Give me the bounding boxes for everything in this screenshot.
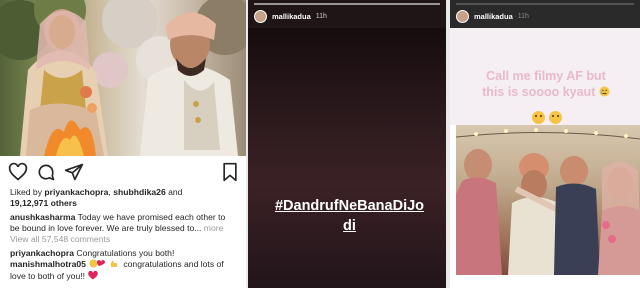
crying-emoji-icon (549, 111, 562, 124)
caption-text: be bound in love forever. We are truly b… (10, 223, 202, 233)
hashtag-line[interactable]: di (262, 216, 437, 236)
story-time: 11h (517, 12, 529, 20)
likes-count[interactable]: 19,12,971 (10, 198, 48, 208)
comment-icon[interactable] (36, 162, 56, 182)
story-light: mallikadua 11h Call me filmy AF but this… (450, 0, 640, 288)
story-progress-bar (456, 3, 634, 5)
emoji-group (89, 259, 119, 271)
comment-row: priyankachopra Congratulations you both! (10, 248, 240, 259)
view-comments-link[interactable]: View all 57,548 comments (10, 234, 240, 245)
comment-text: congratulations and lots of (120, 259, 224, 269)
liker-link[interactable]: shubhdika26 (113, 187, 166, 197)
bookmark-icon[interactable] (220, 162, 240, 182)
instagram-post: Liked by priyankachopra, shubhdika26 and… (0, 0, 246, 288)
story-caption: Call me filmy AF but this is soooo kyaut (458, 68, 634, 100)
story-time: 11h (315, 12, 327, 20)
story-caption-line: this is soooo kyaut (458, 84, 634, 100)
story-username[interactable]: mallikadua (272, 12, 311, 21)
comment-row: manishmalhotra05 congratulations and lot… (10, 259, 240, 271)
likes-and: and (165, 187, 183, 197)
caption-text: Today we have promised each other to (75, 212, 226, 222)
post-text-area: Liked by priyankachopra, shubhdika26 and… (10, 187, 240, 282)
story-header: mallikadua 11h (254, 8, 327, 24)
caption-line: be bound in love forever. We are truly b… (10, 223, 240, 234)
comment-row-cont: love to both of you!! (10, 271, 240, 282)
wedding-photo-illustration (0, 0, 246, 156)
wedding-photo-sticker (456, 125, 640, 275)
comment-username[interactable]: manishmalhotra05 (10, 259, 86, 269)
story-header: mallikadua 11h (456, 8, 529, 24)
story-username[interactable]: mallikadua (474, 12, 513, 21)
wedding-photo[interactable] (0, 0, 246, 156)
story-progress-bar (254, 3, 440, 5)
likes-prefix: Liked by (10, 187, 45, 197)
story-caption-text: this is soooo kyaut (482, 85, 596, 99)
crying-emoji-icon (599, 86, 610, 97)
wedding-photo-illustration (456, 128, 640, 275)
likes-count-line[interactable]: 19,12,971 others (10, 198, 240, 209)
crying-emoji-icon (532, 111, 545, 124)
avatar[interactable] (456, 9, 469, 23)
likes-line: Liked by priyankachopra, shubhdika26 and (10, 187, 240, 198)
caption-username[interactable]: anushkasharma (10, 212, 75, 222)
more-link[interactable]: more (201, 223, 224, 233)
story-background (248, 28, 446, 288)
avatar[interactable] (254, 9, 267, 23)
story-caption-line: Call me filmy AF but (486, 69, 606, 83)
share-icon[interactable] (64, 162, 84, 182)
hashtag-text[interactable]: #DandrufNeBanaDiJo di (262, 196, 437, 236)
comment-username[interactable]: priyankachopra (10, 248, 74, 258)
story-dark: mallikadua 11h #DandrufNeBanaDiJo di (248, 0, 446, 288)
likes-suffix[interactable]: others (48, 198, 77, 208)
heart-emoji-icon (88, 271, 98, 280)
comment-text: Congratulations you both! (74, 248, 175, 258)
emoji-icons (89, 259, 117, 268)
hashtag-line[interactable]: #DandrufNeBanaDiJo (262, 196, 437, 216)
caption-line: anushkasharma Today we have promised eac… (10, 212, 240, 223)
heart-icon[interactable] (8, 162, 28, 182)
emoji-row (532, 111, 562, 124)
liker-link[interactable]: priyankachopra (44, 187, 108, 197)
comment-text: love to both of you!! (10, 271, 86, 281)
post-action-bar (0, 156, 246, 186)
